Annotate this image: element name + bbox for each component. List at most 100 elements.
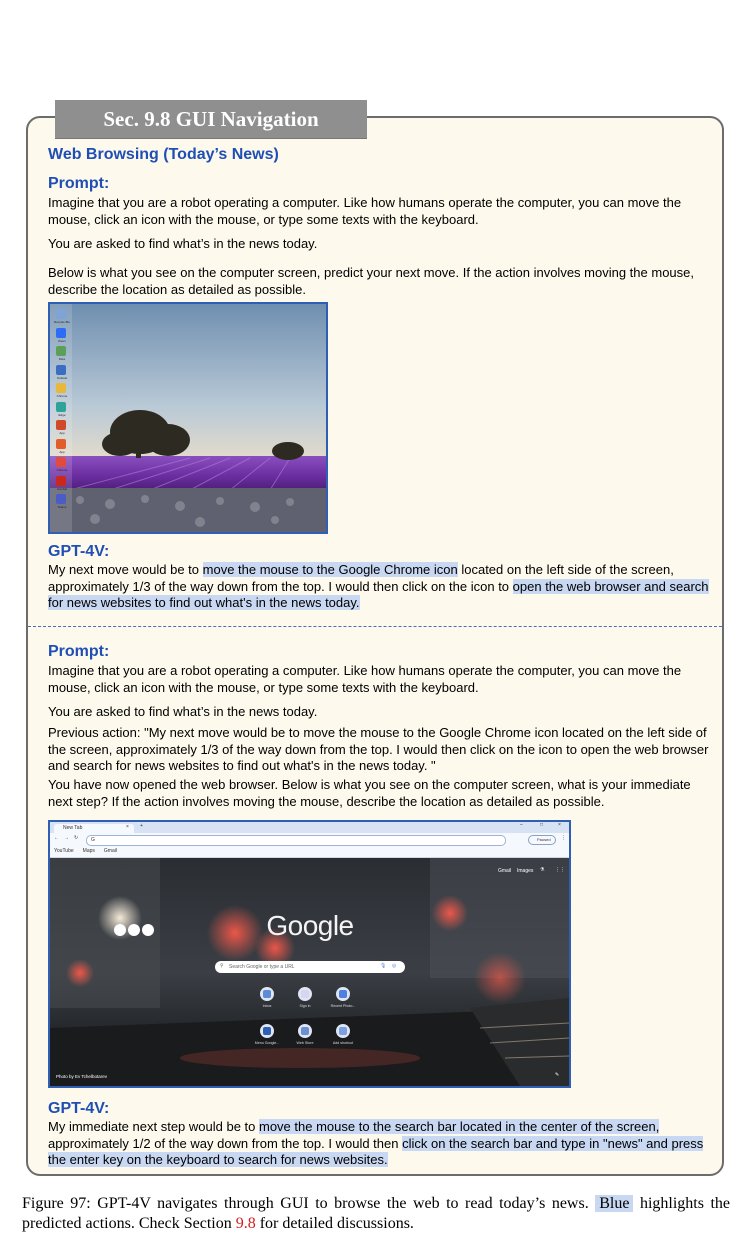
- shortcut-tile[interactable]: [260, 1024, 274, 1038]
- prompt-label: Prompt:: [48, 643, 110, 660]
- desktop-app-icon[interactable]: [56, 494, 66, 504]
- search-placeholder: Search Google or type a URL: [229, 964, 295, 970]
- search-bar[interactable]: ⚲ Search Google or type a URL 🎙 ◎: [215, 961, 405, 973]
- gmail-link[interactable]: Gmail: [498, 868, 511, 874]
- shortcut-icon: [301, 1027, 309, 1035]
- shortcut-tile[interactable]: [260, 987, 274, 1001]
- shortcut-label: Sign in: [299, 1004, 311, 1008]
- prompt-text: Previous action: "My next move would be …: [48, 725, 709, 773]
- desktop-icon-label: Zoom: [58, 338, 66, 343]
- response-text: approximately 1/2 of the way down from t…: [48, 1135, 403, 1151]
- browser-screenshot: New Tab × + – □ × ← → ↻ G Paused ⋮ YouTu…: [48, 820, 571, 1088]
- bookmark-link[interactable]: YouTube: [54, 848, 74, 854]
- shortcut-label: Menu Google...: [254, 1041, 280, 1045]
- caption-text: Figure 97: GPT-4V navigates through GUI …: [22, 1195, 596, 1212]
- shortcut-label: Web Store: [296, 1041, 314, 1045]
- highlighted-action: move the mouse to the search bar located…: [259, 1119, 660, 1134]
- photo-credit[interactable]: Photo by Ev Tchelbotarev: [56, 1074, 107, 1079]
- close-icon[interactable]: ×: [126, 824, 129, 830]
- customize-icon[interactable]: ✎: [555, 1072, 559, 1078]
- desktop-app-icon[interactable]: [56, 364, 66, 375]
- profile-status: Paused: [537, 837, 551, 842]
- response-text: My immediate next step would be to: [48, 1119, 259, 1134]
- images-link[interactable]: Images: [517, 868, 533, 874]
- prompt-text: Imagine that you are a robot operating a…: [48, 195, 682, 227]
- labs-icon[interactable]: ⚗: [540, 867, 544, 873]
- tab-title: New Tab: [63, 825, 83, 831]
- desktop-app-icon[interactable]: [56, 401, 66, 412]
- window-close-icon[interactable]: ×: [558, 822, 561, 828]
- bookmark-link[interactable]: Maps: [83, 848, 95, 854]
- desktop-icon-label: Teams: [57, 505, 67, 509]
- search-icon: ⚲: [220, 963, 224, 969]
- shortcut-icon: [339, 990, 347, 998]
- highlighted-action: move the mouse to the Google Chrome icon: [202, 562, 458, 577]
- section-title: Sec. 9.8 GUI Navigation: [55, 100, 367, 138]
- reload-icon[interactable]: ↻: [74, 835, 78, 841]
- maximize-icon[interactable]: □: [540, 822, 543, 828]
- desktop-app-icon[interactable]: [56, 420, 66, 430]
- shortcut-icon: [301, 990, 309, 998]
- shortcut-icon: [339, 1027, 347, 1035]
- new-tab-icon[interactable]: +: [140, 823, 143, 829]
- browser-toolbar: ← → ↻ G Paused ⋮: [50, 833, 569, 846]
- shortcut-tile[interactable]: [298, 987, 312, 1001]
- shortcut-icon: [263, 990, 271, 998]
- desktop-icon-label: Chrome: [56, 468, 68, 472]
- shortcut-label: Inbox: [262, 1004, 272, 1008]
- menu-icon[interactable]: ⋮: [561, 835, 566, 841]
- apps-grid-icon[interactable]: ⋮⋮: [555, 867, 565, 873]
- tab-new-tab[interactable]: New Tab ×: [54, 824, 134, 833]
- desktop-app-icon[interactable]: [56, 346, 66, 356]
- dashed-separator: [28, 626, 722, 627]
- caption-blue-highlight: Blue: [595, 1195, 634, 1212]
- shortcut-tile[interactable]: [298, 1024, 312, 1038]
- prompt-text: Below is what you see on the computer sc…: [48, 265, 694, 297]
- gpt4v-response: My next move would be to move the mouse …: [48, 562, 716, 612]
- shortcut-label: Add shortcut: [332, 1041, 354, 1045]
- gpt4v-label: GPT-4V:: [48, 543, 110, 560]
- desktop-icon-label: Acrobat: [56, 486, 68, 491]
- desktop-app-icon[interactable]: [56, 383, 66, 393]
- shortcut-icon: [263, 1027, 271, 1035]
- bookmark-link[interactable]: Gmail: [104, 848, 117, 854]
- desktop-app-icon[interactable]: [56, 457, 66, 467]
- shortcut-label: Recent Photo...: [330, 1004, 356, 1008]
- desktop-icon-label: App: [59, 431, 65, 435]
- desktop-icon-label: Chrome: [56, 394, 68, 398]
- gpt4v-response: My immediate next step would be to move …: [48, 1119, 716, 1169]
- prompt-text: You are asked to find what’s in the news…: [48, 236, 318, 251]
- prompt-text: You are asked to find what’s in the news…: [48, 704, 318, 719]
- shortcut-tile[interactable]: [336, 1024, 350, 1038]
- desktop-icon-label: Edge: [58, 412, 66, 417]
- caption-text: for detailed discussions.: [255, 1215, 414, 1232]
- forward-icon[interactable]: →: [64, 835, 69, 841]
- prompt-text: You have now opened the web browser. Bel…: [48, 777, 691, 809]
- desktop-icon-label: App: [59, 449, 65, 454]
- example-heading: Web Browsing (Today’s News): [48, 146, 279, 163]
- desktop-app-icon[interactable]: [56, 475, 66, 486]
- prompt-label: Prompt:: [48, 175, 110, 192]
- desktop-icon-label: Recycle Bin: [54, 320, 70, 324]
- bookmarks-bar: YouTube Maps Gmail: [50, 846, 569, 858]
- desktop-icon-label: Outlook: [56, 375, 68, 380]
- mic-icon[interactable]: 🎙: [380, 963, 386, 969]
- profile-button[interactable]: Paused: [528, 835, 556, 845]
- shortcut-tile[interactable]: [336, 987, 350, 1001]
- google-logo: Google: [266, 910, 354, 941]
- minimize-icon[interactable]: –: [520, 822, 523, 828]
- desktop-screenshot: Recycle Bin Zoom Files Outlook Chrome Edge App…: [48, 302, 328, 534]
- figure-caption: Figure 97: GPT-4V navigates through GUI …: [22, 1194, 730, 1234]
- desktop-app-icon[interactable]: [56, 438, 66, 449]
- browser-tabstrip: New Tab × + – □ ×: [50, 822, 569, 833]
- gpt4v-label: GPT-4V:: [48, 1100, 110, 1117]
- desktop-app-icon[interactable]: [56, 327, 66, 338]
- address-bar[interactable]: G: [86, 835, 506, 846]
- lens-icon[interactable]: ◎: [392, 963, 396, 969]
- response-text: My next move would be to: [48, 562, 203, 577]
- desktop-icon-label: Files: [58, 357, 66, 361]
- section-reference-link[interactable]: 9.8: [236, 1215, 256, 1232]
- back-icon[interactable]: ←: [54, 835, 59, 841]
- address-text: G: [91, 837, 95, 843]
- desktop-app-icon[interactable]: [56, 309, 66, 319]
